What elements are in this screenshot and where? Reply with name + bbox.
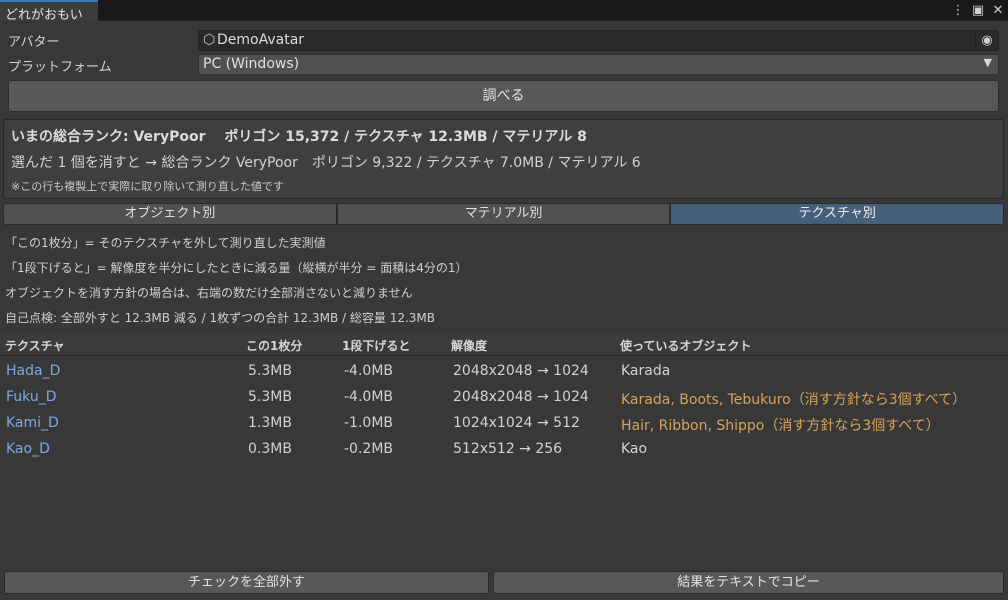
texture-resolution: 1024x1024 → 512	[453, 415, 580, 431]
texture-resolution: 2048x2048 → 1024	[453, 389, 589, 405]
maximize-icon[interactable]: ▣	[968, 1, 988, 21]
texture-resolution: 2048x2048 → 1024	[453, 363, 589, 379]
summary-footnote: ※この行も複製上で実際に取り除いて測り直した値です	[11, 180, 284, 193]
texture-downgrade: -1.0MB	[344, 415, 393, 431]
window-tab-title: どれがおもい	[5, 8, 83, 23]
projected-rank-summary: 選んだ 1 個を消すと → 総合ランク VeryPoor ポリゴン 9,322 …	[11, 155, 641, 171]
texture-size: 5.3MB	[248, 389, 292, 405]
texture-link[interactable]: Kami_D	[6, 415, 59, 431]
window-tab-bar: どれがおもい ⋮ ▣ ✕	[0, 0, 1008, 23]
column-header-resolution[interactable]: 解像度	[451, 337, 487, 354]
texture-downgrade: -4.0MB	[344, 389, 393, 405]
window-controls: ⋮ ▣ ✕	[948, 0, 1008, 21]
texture-downgrade: -0.2MB	[344, 441, 393, 457]
table-row: Kami_D 1.3MB -1.0MB 1024x1024 → 512 Hair…	[0, 412, 1008, 438]
texture-objects: Hair, Ribbon, Shippo（消す方針なら3個すべて）	[621, 418, 940, 434]
table-header: テクスチャ この1枚分 1段下げると 解像度 使っているオブジェクト	[0, 333, 1008, 356]
texture-resolution: 512x512 → 256	[453, 441, 563, 457]
column-header-downgrade[interactable]: 1段下げると	[342, 337, 410, 354]
dropdown-arrow-icon: ▼	[983, 56, 992, 69]
close-icon[interactable]: ✕	[988, 1, 1008, 21]
avatar-object-field[interactable]: ⬡ DemoAvatar ◉	[198, 30, 999, 51]
texture-size: 1.3MB	[248, 415, 292, 431]
texture-objects: Kao	[621, 441, 648, 457]
texture-objects: Karada	[621, 363, 671, 379]
column-header-objects[interactable]: 使っているオブジェクト	[620, 337, 751, 354]
copy-results-button[interactable]: 結果をテキストでコピー	[493, 571, 1004, 594]
table-row: Hada_D 5.3MB -4.0MB 2048x2048 → 1024 Kar…	[0, 360, 1008, 386]
texture-size: 5.3MB	[248, 363, 292, 379]
summary-box: いまの総合ランク: VeryPoor ポリゴン 15,372 / テクスチャ 1…	[3, 119, 1004, 199]
more-vertical-icon[interactable]: ⋮	[948, 1, 968, 21]
window-tab[interactable]: どれがおもい	[0, 0, 98, 23]
current-rank-summary: いまの総合ランク: VeryPoor ポリゴン 15,372 / テクスチャ 1…	[11, 129, 587, 145]
inspect-button[interactable]: 調べる	[8, 80, 999, 112]
platform-value: PC (Windows)	[203, 56, 300, 72]
avatar-value: DemoAvatar	[217, 32, 305, 48]
cube-icon: ⬡	[203, 32, 216, 48]
table-row: Fuku_D 5.3MB -4.0MB 2048x2048 → 1024 Kar…	[0, 386, 1008, 412]
texture-link[interactable]: Fuku_D	[6, 389, 57, 405]
texture-link[interactable]: Hada_D	[6, 363, 60, 379]
texture-objects: Karada, Boots, Tebukuro（消す方針なら3個すべて）	[621, 392, 967, 408]
texture-downgrade: -4.0MB	[344, 363, 393, 379]
note-line: 「この1枚分」= そのテクスチャを外して測り直した実測値	[5, 236, 326, 250]
self-check-line: 自己点検: 全部外すと 12.3MB 減る / 1枚ずつの合計 12.3MB /…	[5, 311, 436, 325]
tab-by-material[interactable]: マテリアル別	[336, 203, 671, 225]
platform-label: プラットフォーム	[8, 60, 112, 75]
tab-by-texture[interactable]: テクスチャ別	[670, 203, 1005, 225]
uncheck-all-button[interactable]: チェックを全部外す	[4, 571, 489, 594]
tab-by-object[interactable]: オブジェクト別	[3, 203, 337, 225]
column-header-texture[interactable]: テクスチャ	[5, 337, 65, 354]
column-header-size[interactable]: この1枚分	[246, 337, 302, 354]
object-picker-icon[interactable]: ◉	[975, 31, 998, 50]
avatar-label: アバター	[8, 35, 60, 50]
table-row: Kao_D 0.3MB -0.2MB 512x512 → 256 Kao	[0, 438, 1008, 464]
platform-dropdown[interactable]: PC (Windows) ▼	[198, 54, 999, 75]
note-line: 「1段下げると」= 解像度を半分にしたときに減る量（縦横が半分 = 面積は4分の…	[5, 261, 468, 275]
view-tabs: オブジェクト別 マテリアル別 テクスチャ別	[3, 203, 1005, 225]
texture-size: 0.3MB	[248, 441, 292, 457]
texture-link[interactable]: Kao_D	[6, 441, 50, 457]
note-line: オブジェクトを消す方針の場合は、右端の数だけ全部消さないと減りません	[5, 286, 413, 300]
